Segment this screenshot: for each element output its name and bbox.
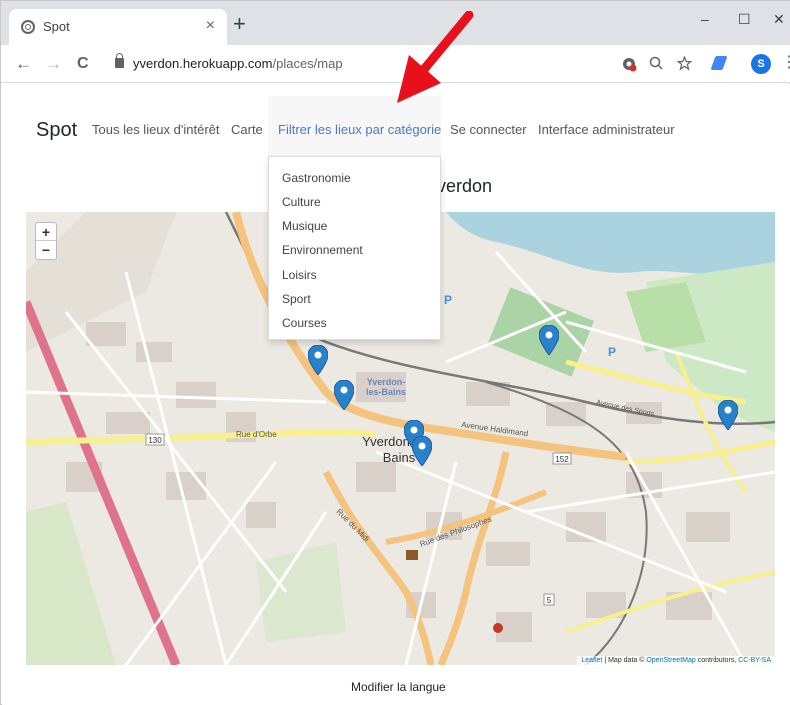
map-marker[interactable] <box>718 400 738 430</box>
parking-icon: P <box>608 345 616 359</box>
nav-filter-category[interactable]: Filtrer les lieux par catégorie <box>278 122 441 137</box>
station-label-line2: les-Bains <box>366 387 406 397</box>
map-marker[interactable] <box>412 436 432 466</box>
reload-button[interactable]: C <box>77 54 89 74</box>
globe-icon <box>21 20 35 34</box>
page-title: /verdon <box>432 176 493 196</box>
nav-admin[interactable]: Interface administrateur <box>538 122 675 137</box>
route-5-label: 5 <box>547 596 552 605</box>
browser-tab[interactable]: Spot × <box>9 9 227 45</box>
map-attribution: Leaflet | Map data © OpenStreetMap contr… <box>577 656 775 665</box>
nav-all-places[interactable]: Tous les lieux d'intérêt <box>92 122 220 137</box>
map-marker[interactable] <box>539 325 559 355</box>
category-environnement[interactable]: Environnement <box>282 243 363 257</box>
license-link[interactable]: CC-BY-SA <box>738 657 771 664</box>
back-button[interactable]: ← <box>15 54 32 74</box>
station-label-line1: Yverdon- <box>367 377 406 387</box>
bookmark-star-icon[interactable] <box>676 55 693 74</box>
tab-title: Spot <box>43 19 70 34</box>
url-text: yverdon.herokuapp.com/places/map <box>133 56 343 71</box>
route-152-label: 152 <box>555 455 569 464</box>
minimize-button[interactable]: – <box>701 11 709 27</box>
category-courses[interactable]: Courses <box>282 316 327 330</box>
attribution-text-2: contributors, <box>695 657 739 664</box>
url-path: /places/map <box>272 56 343 71</box>
city-label-line2: Bains <box>383 450 416 465</box>
tab-close-icon[interactable]: × <box>206 17 215 35</box>
change-language-link[interactable]: Modifier la langue <box>351 680 446 694</box>
parking-icon: P <box>444 293 452 307</box>
forward-button[interactable]: → <box>45 54 62 74</box>
osm-link[interactable]: OpenStreetMap <box>646 657 695 664</box>
new-tab-button[interactable]: + <box>233 13 246 35</box>
category-dropdown-menu: Gastronomie Culture Musique Environnemen… <box>268 156 441 340</box>
annotation-arrow-icon <box>397 11 474 103</box>
category-gastronomie[interactable]: Gastronomie <box>282 171 351 185</box>
castle-icon <box>406 550 418 560</box>
leaflet-link[interactable]: Leaflet <box>581 657 602 664</box>
nav-map[interactable]: Carte <box>231 122 263 137</box>
zoom-control: + − <box>35 222 57 260</box>
web-page: Spot Tous les lieux d'intérêt Carte Filt… <box>2 84 790 705</box>
lock-icon[interactable] <box>115 53 124 68</box>
zoom-out-button[interactable]: − <box>36 241 56 259</box>
category-musique[interactable]: Musique <box>282 219 327 233</box>
profile-avatar[interactable]: S <box>751 54 771 74</box>
city-label-line1: Yverdon <box>362 434 410 449</box>
attribution-text: | Map data © <box>602 657 647 664</box>
map-marker[interactable] <box>308 345 328 375</box>
category-sport[interactable]: Sport <box>282 292 311 306</box>
location-icon[interactable] <box>621 56 637 75</box>
route-130-label: 130 <box>148 436 162 445</box>
zoom-icon[interactable] <box>649 56 663 73</box>
maximize-button[interactable]: ☐ <box>738 11 751 28</box>
category-loisirs[interactable]: Loisirs <box>282 268 317 282</box>
close-window-button[interactable]: ✕ <box>773 11 785 28</box>
browser-menu-icon[interactable]: ⋮ <box>781 55 790 71</box>
url-domain: yverdon.herokuapp.com <box>133 56 273 71</box>
category-culture[interactable]: Culture <box>282 195 321 209</box>
brand-logo[interactable]: Spot <box>36 119 77 142</box>
hospital-icon <box>493 623 503 633</box>
zoom-in-button[interactable]: + <box>36 223 56 241</box>
rue-orbe-label: Rue d'Orbe <box>236 430 277 439</box>
nav-login[interactable]: Se connecter <box>450 122 527 137</box>
map-marker[interactable] <box>334 380 354 410</box>
browser-window: Spot × + – ☐ ✕ ← → C yverdon.herokuapp.c… <box>0 0 790 705</box>
